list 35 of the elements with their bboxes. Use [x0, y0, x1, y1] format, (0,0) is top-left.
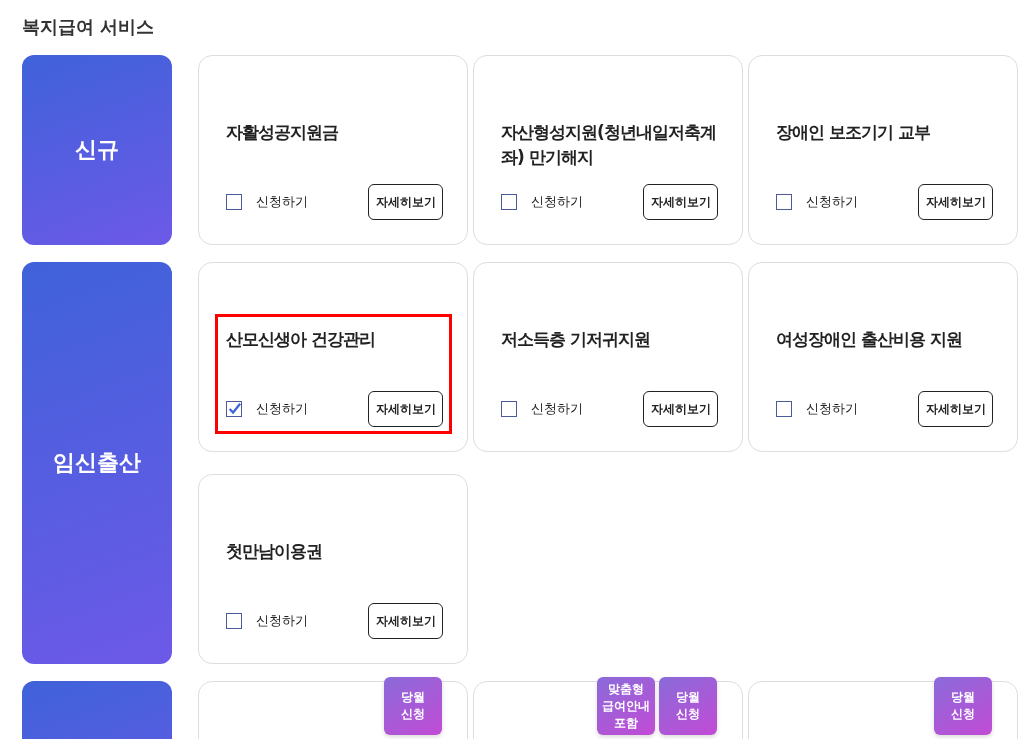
- badge: 당월 신청: [384, 677, 442, 735]
- details-button[interactable]: 자세히보기: [643, 184, 718, 220]
- category-label: 신규: [75, 136, 119, 164]
- checkbox-label: 신청하기: [256, 193, 308, 211]
- service-title: 산모신생아 건강관리: [226, 328, 376, 351]
- category-label: 임신출산: [53, 449, 141, 477]
- details-button[interactable]: 자세히보기: [368, 603, 443, 639]
- badge: 당월 신청: [934, 677, 992, 735]
- checkbox[interactable]: [226, 194, 242, 210]
- page-title: 복지급여 서비스: [22, 15, 156, 39]
- service-title: 자활성공지원금: [226, 121, 339, 144]
- checkbox[interactable]: [501, 401, 517, 417]
- badge: 당월 신청: [659, 677, 717, 735]
- checkbox[interactable]: [776, 401, 792, 417]
- service-title: 장애인 보조기기 교부: [776, 121, 931, 144]
- service-title: 자산형성지원(청년내일저축계좌) 만기해지: [501, 121, 717, 169]
- details-button[interactable]: 자세히보기: [368, 184, 443, 220]
- checkbox[interactable]: [501, 194, 517, 210]
- details-button[interactable]: 자세히보기: [368, 391, 443, 427]
- details-button[interactable]: 자세히보기: [643, 391, 718, 427]
- badge: 맞춤형 급여안내 포함: [597, 677, 655, 735]
- checkbox-label: 신청하기: [256, 400, 308, 418]
- details-button[interactable]: 자세히보기: [918, 391, 993, 427]
- service-title: 첫만남이용권: [226, 540, 323, 563]
- checkbox-label: 신청하기: [531, 400, 583, 418]
- checkbox[interactable]: [776, 194, 792, 210]
- checkbox[interactable]: [226, 401, 242, 417]
- checkbox-label: 신청하기: [806, 400, 858, 418]
- checkbox[interactable]: [226, 613, 242, 629]
- service-title: 여성장애인 출산비용 지원: [776, 328, 963, 351]
- checkbox-label: 신청하기: [256, 612, 308, 630]
- details-button[interactable]: 자세히보기: [918, 184, 993, 220]
- checkbox-label: 신청하기: [806, 193, 858, 211]
- service-title: 저소득층 기저귀지원: [501, 328, 651, 351]
- checkbox-label: 신청하기: [531, 193, 583, 211]
